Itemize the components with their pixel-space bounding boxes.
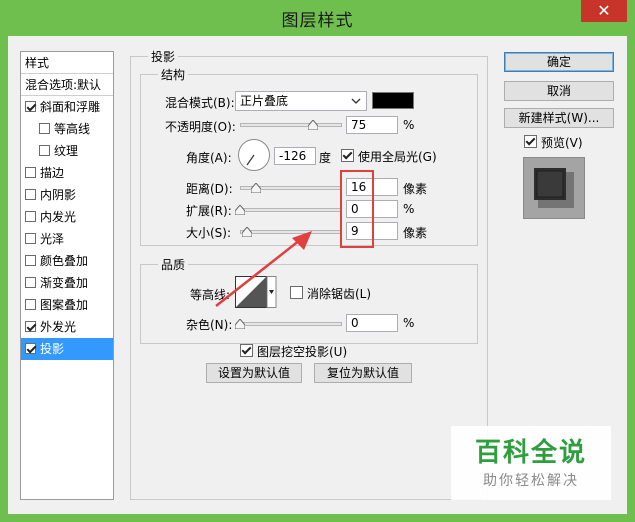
checkbox[interactable] [25,233,36,244]
blend-mode-select[interactable]: 正片叠底 [235,91,367,111]
spread-slider-track[interactable] [240,208,342,212]
distance-slider-thumb[interactable] [251,183,261,193]
preview-option[interactable]: 预览(V) [524,134,583,151]
quality-legend: 品质 [158,256,189,273]
preview-label: 预览(V) [541,136,583,150]
dialog-body: 样式 混合选项:默认 斜面和浮雕 等高线 纹理 描边 内阴影 内发光 光泽 颜色… [8,36,627,514]
checkbox[interactable] [25,101,36,112]
list-item-inner-glow[interactable]: 内发光 [21,206,113,228]
styles-list: 样式 混合选项:默认 斜面和浮雕 等高线 纹理 描边 内阴影 内发光 光泽 颜色… [20,51,114,500]
noise-slider-track[interactable] [240,322,342,326]
list-item-outer-glow[interactable]: 外发光 [21,316,113,338]
list-item-blending-options[interactable]: 混合选项:默认 [21,74,113,96]
knockout-checkbox[interactable] [240,344,253,357]
list-item-color-overlay[interactable]: 颜色叠加 [21,250,113,272]
opacity-slider-track[interactable] [240,123,342,127]
spread-unit: % [403,202,415,216]
angle-unit: 度 [319,151,332,165]
structure-legend: 结构 [158,66,189,83]
global-light-label: 使用全局光(G) [358,150,437,164]
global-light-option[interactable]: 使用全局光(G) [341,148,437,165]
checkbox[interactable] [25,299,36,310]
watermark: 百科全说 助你轻松解决 [451,426,611,500]
list-item-label: 颜色叠加 [40,254,89,268]
spread-label: 扩展(R): [186,204,232,218]
layer-style-window: 图层样式 ✕ 样式 混合选项:默认 斜面和浮雕 等高线 纹理 描边 内阴影 内发… [0,0,635,522]
spread-slider-thumb[interactable] [235,205,245,215]
make-default-button[interactable]: 设置为默认值 [206,363,302,383]
blend-mode-value: 正片叠底 [240,94,289,108]
list-item-label: 斜面和浮雕 [40,100,101,114]
list-item-label: 渐变叠加 [40,276,89,290]
list-item-contour[interactable]: 等高线 [21,118,113,140]
new-style-button[interactable]: 新建样式(W)... [504,108,614,128]
list-item-stroke[interactable]: 描边 [21,162,113,184]
annotation-arrow-icon [215,231,312,307]
list-item-satin[interactable]: 光泽 [21,228,113,250]
chevron-down-icon [350,92,362,116]
opacity-slider-thumb[interactable] [308,120,318,130]
list-item-label: 图案叠加 [40,298,89,312]
window-title: 图层样式 [281,11,354,31]
cancel-button[interactable]: 取消 [504,81,614,101]
list-item-label: 混合选项:默认 [25,78,102,92]
global-light-checkbox[interactable] [341,149,354,162]
knockout-option[interactable]: 图层挖空投影(U) [240,343,347,360]
ok-button[interactable]: 确定 [504,52,614,72]
highlight-box [340,170,374,248]
preview-checkbox[interactable] [524,135,537,148]
watermark-subtitle: 助你轻松解决 [483,473,579,489]
checkbox[interactable] [25,277,36,288]
angle-input[interactable]: -126 [274,147,316,165]
list-item-pattern-overlay[interactable]: 图案叠加 [21,294,113,316]
list-item-label: 等高线 [54,122,91,136]
checkbox[interactable] [39,123,50,134]
reset-default-button[interactable]: 复位为默认值 [314,363,412,383]
shadow-color-swatch[interactable] [372,92,414,109]
list-item-gradient-overlay[interactable]: 渐变叠加 [21,272,113,294]
list-item-label: 内发光 [40,210,77,224]
noise-input[interactable]: 0 [346,314,398,332]
size-unit: 像素 [403,226,428,240]
style-preview [523,157,585,219]
opacity-input[interactable]: 75 [346,116,398,134]
distance-unit: 像素 [403,182,428,196]
styles-list-header[interactable]: 样式 [21,52,113,74]
blend-mode-label: 混合模式(B): [165,96,235,110]
opacity-label: 不透明度(O): [165,120,236,134]
list-item-inner-shadow[interactable]: 内阴影 [21,184,113,206]
checkbox[interactable] [25,321,36,332]
drop-shadow-legend: 投影 [148,48,179,65]
noise-slider-thumb[interactable] [235,319,245,329]
distance-label: 距离(D): [186,182,233,196]
list-item-label: 外发光 [40,320,77,334]
list-item-drop-shadow[interactable]: 投影 [21,338,113,360]
noise-unit: % [403,316,415,330]
knockout-label: 图层挖空投影(U) [257,345,348,359]
noise-label: 杂色(N): [186,318,233,332]
list-item-bevel-emboss[interactable]: 斜面和浮雕 [21,96,113,118]
angle-dial[interactable] [237,138,271,172]
list-item-texture[interactable]: 纹理 [21,140,113,162]
list-item-label: 纹理 [54,144,79,158]
title-bar: 图层样式 ✕ [0,0,635,36]
opacity-unit: % [403,118,415,132]
checkbox[interactable] [25,343,36,354]
checkbox[interactable] [25,189,36,200]
list-item-label: 描边 [40,166,65,180]
angle-label: 角度(A): [186,151,232,165]
checkbox[interactable] [25,211,36,222]
checkbox[interactable] [39,145,50,156]
list-item-label: 光泽 [40,232,65,246]
checkbox[interactable] [25,167,36,178]
watermark-title: 百科全说 [474,438,587,468]
checkbox[interactable] [25,255,36,266]
list-item-label: 投影 [40,342,65,356]
list-item-label: 内阴影 [40,188,77,202]
close-button[interactable]: ✕ [581,0,627,22]
